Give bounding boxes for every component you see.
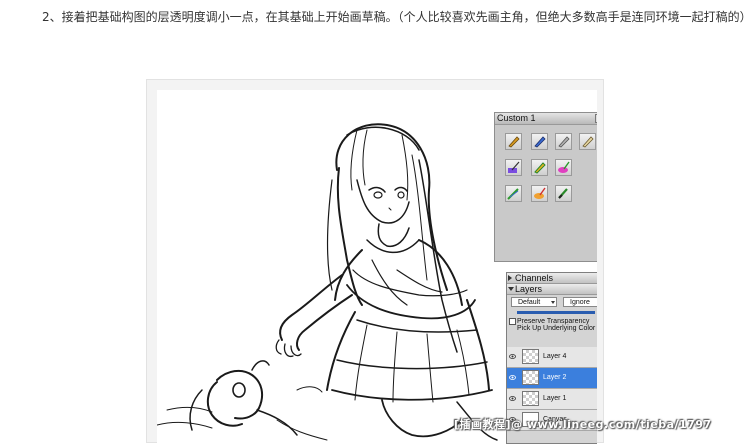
screenshot-figure: Custom 1 Channels Layers Default Ignore … <box>146 79 604 444</box>
brushes-palette-title[interactable]: Custom 1 <box>495 113 597 125</box>
airbrush-icon[interactable] <box>505 185 522 202</box>
channels-label: Channels <box>515 273 554 283</box>
article-paragraph: 2、接着把基础构图的层透明度调小一点，在其基础上开始画草稿。（个人比较喜欢先画主… <box>42 10 750 24</box>
composite-method-value: Default <box>518 299 541 306</box>
layer-row-layer-4[interactable]: Layer 4 <box>507 347 597 368</box>
site-watermark: [插画教程]@ www.lineeg.com/tieba/1797 <box>454 418 712 431</box>
preserve-transparency-label: Preserve Transparency <box>517 318 590 325</box>
felt-pen-brush-icon[interactable] <box>531 133 548 150</box>
composite-method-select[interactable]: Default <box>511 297 557 307</box>
pen-brush-icon[interactable] <box>505 133 522 150</box>
opacity-track[interactable] <box>517 311 595 314</box>
rainbow-pen-icon[interactable] <box>531 159 548 176</box>
masking-value: Ignore <box>570 299 590 306</box>
palette-knife-icon[interactable] <box>505 159 522 176</box>
layers-header[interactable]: Layers <box>507 284 597 295</box>
expand-arrow-icon[interactable] <box>508 275 512 281</box>
layer-row-layer-2[interactable]: Layer 2 <box>507 368 597 389</box>
pick-up-underlying-label: Pick Up Underlying Color <box>517 325 596 332</box>
palette-close-icon[interactable] <box>595 114 597 123</box>
layer-thumbnail <box>522 370 539 385</box>
brushes-palette: Custom 1 <box>494 112 597 262</box>
pencil-brush-icon[interactable] <box>555 133 572 150</box>
preserve-transparency-option[interactable]: Preserve Transparency <box>507 318 597 325</box>
collapse-arrow-icon[interactable] <box>508 287 514 291</box>
layers-label: Layers <box>515 284 543 294</box>
paint-brush-icon[interactable] <box>555 185 572 202</box>
pick-up-underlying-option[interactable]: Pick Up Underlying Color <box>507 325 597 332</box>
masking-select[interactable]: Ignore <box>563 297 597 307</box>
layer-row-layer-1[interactable]: Layer 1 <box>507 389 597 410</box>
eye-icon[interactable] <box>509 395 516 402</box>
eraser-brush-icon[interactable] <box>579 133 596 150</box>
color-blender-icon[interactable] <box>555 159 572 176</box>
channels-header[interactable]: Channels <box>507 273 597 284</box>
layer-name: Layer 2 <box>543 374 567 381</box>
layer-name: Layer 1 <box>543 395 567 402</box>
marker-icon[interactable] <box>531 185 548 202</box>
layer-name: Layer 4 <box>543 353 567 360</box>
eye-icon[interactable] <box>509 353 516 360</box>
preserve-transparency-checkbox[interactable] <box>509 318 516 325</box>
dropdown-arrow-icon <box>551 301 555 304</box>
layer-thumbnail <box>522 349 539 364</box>
opacity-slider[interactable]: 10 <box>507 309 597 318</box>
drawing-canvas[interactable]: Custom 1 Channels Layers Default Ignore … <box>157 90 597 444</box>
layer-options-row: Default Ignore <box>507 297 597 309</box>
layer-thumbnail <box>522 391 539 406</box>
eye-icon[interactable] <box>509 374 516 381</box>
brushes-palette-title-text: Custom 1 <box>497 113 536 123</box>
